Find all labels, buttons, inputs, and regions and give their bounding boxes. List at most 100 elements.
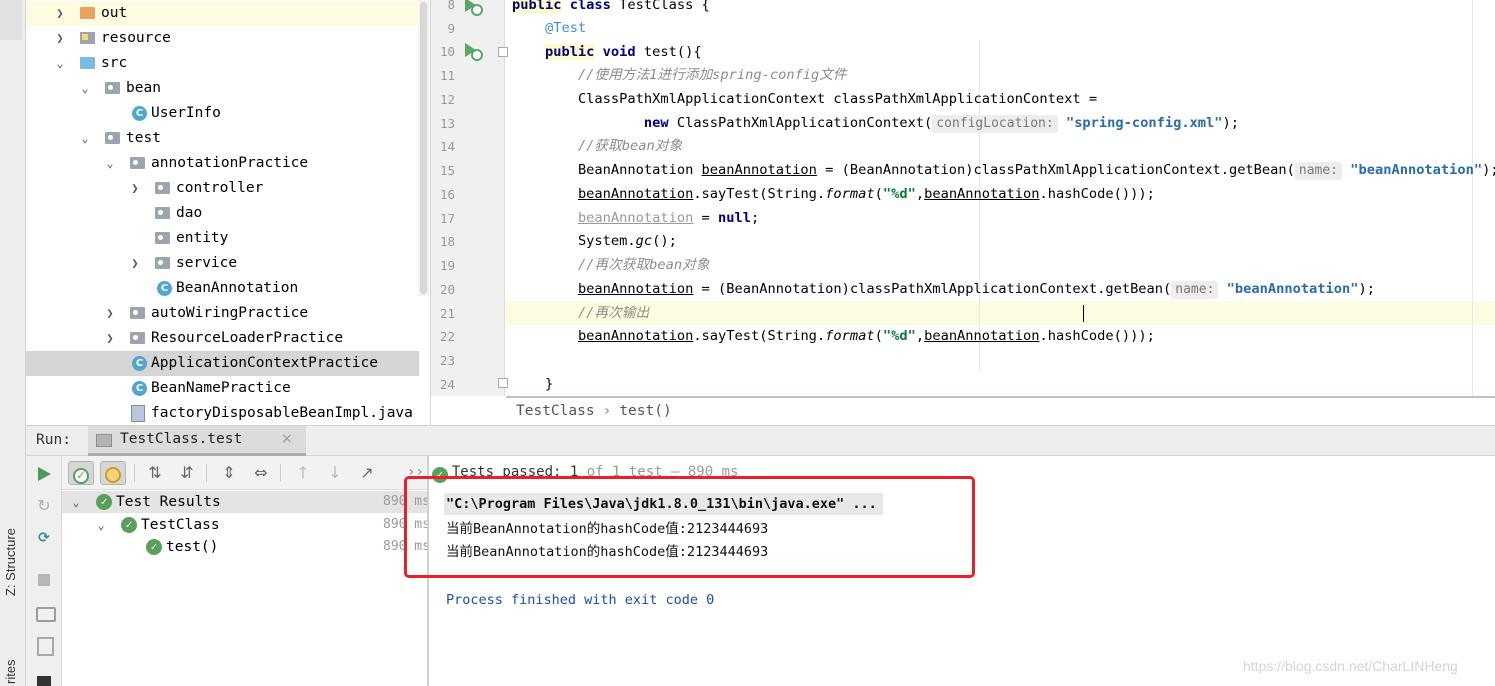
chevron-down-icon[interactable]: ⌄ xyxy=(78,126,92,151)
camera-icon[interactable] xyxy=(34,602,56,622)
tree-item-label: ApplicationContextPractice xyxy=(151,355,378,371)
tree-item-autowiringpractice[interactable]: ❯ autoWiringPractice xyxy=(26,301,419,326)
sort-by-duration-icon[interactable]: ⇵ xyxy=(174,461,200,485)
code-editor[interactable]: 8 9 10 11 12 13 14 15 16 17 18 19 20 21 … xyxy=(431,0,1495,425)
run-label: Run: xyxy=(36,432,71,448)
layout-icon[interactable] xyxy=(34,670,54,686)
stop-icon[interactable] xyxy=(34,570,54,590)
line-number: 23 xyxy=(439,353,455,368)
tree-item-bean[interactable]: ⌄ bean xyxy=(26,76,419,101)
tree-item-dao[interactable]: dao xyxy=(26,201,419,226)
previous-test-icon[interactable]: ↑ xyxy=(290,461,316,485)
tree-item-controller[interactable]: ❯ controller xyxy=(26,176,419,201)
package-icon xyxy=(155,182,170,194)
tree-item-label: UserInfo xyxy=(151,105,221,121)
chevron-right-icon[interactable]: ❯ xyxy=(103,326,117,351)
watermark: https://blog.csdn.net/CharLINHeng xyxy=(1243,658,1458,674)
passed-icon: ✓ xyxy=(146,539,162,555)
run-left-toolbar: ↻ ⟳ xyxy=(26,456,62,686)
parameter-hint: name: xyxy=(1171,281,1219,299)
test-row-label: Test Results xyxy=(116,494,221,510)
tree-item-applicationcontextpractice[interactable]: C ApplicationContextPractice xyxy=(26,351,419,376)
show-ignored-toggle[interactable] xyxy=(100,461,126,485)
line-number: 15 xyxy=(439,163,455,178)
source-folder-icon xyxy=(80,57,95,69)
tree-item-label: test xyxy=(126,130,161,146)
run-tab-testclass[interactable]: TestClass.test × xyxy=(88,426,306,456)
tree-item-resource[interactable]: ❯ resource xyxy=(26,26,419,51)
close-icon[interactable]: × xyxy=(281,431,293,447)
tree-item-beannamepractice[interactable]: C BeanNamePractice xyxy=(26,376,419,401)
tree-item-label: BeanAnnotation xyxy=(176,280,299,296)
rerun-failed-icon[interactable]: ↻ xyxy=(34,496,54,516)
test-row-test-method[interactable]: ✓ test() 890 ms xyxy=(62,536,430,558)
tree-item-beanannotation[interactable]: C BeanAnnotation xyxy=(26,276,419,301)
run-test-method-icon[interactable] xyxy=(463,43,483,61)
console-exit-line: Process finished with exit code 0 xyxy=(446,592,715,608)
test-row-results[interactable]: ⌄ ✓ Test Results 890 ms xyxy=(62,491,430,513)
expand-all-icon[interactable]: ⇕ xyxy=(216,461,242,485)
test-row-testclass[interactable]: ⌄ ✓ TestClass 890 ms xyxy=(62,514,430,536)
tree-item-test[interactable]: ⌄ test xyxy=(26,126,419,151)
import-tests-icon[interactable] xyxy=(34,634,54,656)
class-icon: C xyxy=(157,281,172,296)
tree-item-label: BeanNamePractice xyxy=(151,380,291,396)
test-results-tree: ⌄ ✓ Test Results 890 ms ⌄ ✓ TestClass 89… xyxy=(62,490,430,686)
line-number: 13 xyxy=(439,116,455,131)
chevron-down-icon[interactable]: ⌄ xyxy=(69,491,83,513)
rerun-icon[interactable] xyxy=(34,464,54,484)
chevron-right-icon[interactable]: ❯ xyxy=(128,176,142,201)
toggle-auto-test-icon[interactable]: ⟳ xyxy=(34,528,54,548)
tree-item-label: controller xyxy=(176,180,264,196)
run-test-class-icon[interactable] xyxy=(463,0,483,16)
folder-icon xyxy=(80,7,95,19)
tree-item-label: annotationPractice xyxy=(151,155,309,171)
code-line-16: beanAnnotation.sayTest(String.format("%d… xyxy=(577,186,1155,202)
tree-item-resourceloaderpractice[interactable]: ❯ ResourceLoaderPractice xyxy=(26,326,419,351)
chevron-right-icon[interactable]: ❯ xyxy=(53,26,67,51)
breadcrumb-method[interactable]: test() xyxy=(619,403,671,419)
tree-item-out[interactable]: ❯ out xyxy=(26,1,419,26)
toolbar-separator xyxy=(134,464,135,482)
code-line-22: beanAnnotation.sayTest(String.format("%d… xyxy=(577,328,1155,344)
tree-item-label: dao xyxy=(176,205,203,221)
collapse-all-icon[interactable]: ⇔ xyxy=(248,461,274,485)
chevron-right-icon[interactable]: ❯ xyxy=(53,1,67,26)
package-icon xyxy=(130,307,145,319)
line-number: 16 xyxy=(439,187,455,202)
chevron-right-icon[interactable]: ❯ xyxy=(128,251,142,276)
editor-gutter[interactable]: 8 9 10 11 12 13 14 15 16 17 18 19 20 21 … xyxy=(431,0,508,396)
tree-item-src[interactable]: ⌄ src xyxy=(26,51,419,76)
sort-alphabetically-icon[interactable]: ⇅ xyxy=(142,461,168,485)
code-line-24: } xyxy=(544,376,554,392)
line-number: 24 xyxy=(439,377,455,392)
next-test-icon[interactable]: ↓ xyxy=(322,461,348,485)
chevron-down-icon[interactable]: ⌄ xyxy=(94,514,108,536)
line-number: 14 xyxy=(439,139,455,154)
tree-item-userinfo[interactable]: C UserInfo xyxy=(26,101,419,126)
favorites-tool-tab[interactable]: rites xyxy=(3,659,18,684)
toolbar-separator xyxy=(206,464,207,482)
tree-item-entity[interactable]: entity xyxy=(26,226,419,251)
structure-tool-tab[interactable]: Z: Structure xyxy=(3,528,18,596)
tree-item-factorydisposablebeanimpl[interactable]: factoryDisposableBeanImpl.java xyxy=(26,401,419,425)
tree-item-label: resource xyxy=(101,30,171,46)
code-line-14: //获取bean对象 xyxy=(577,138,683,154)
code-area[interactable]: public class TestClass { @Test public vo… xyxy=(506,0,1495,396)
project-tree-scrollbar[interactable] xyxy=(418,0,430,296)
chevron-right-icon[interactable]: ❯ xyxy=(103,301,117,326)
line-number: 8 xyxy=(447,0,455,12)
editor-breadcrumb: TestClass › test() xyxy=(506,396,1495,425)
code-line-19: //再次获取bean对象 xyxy=(577,257,710,273)
chevron-down-icon[interactable]: ⌄ xyxy=(103,151,117,176)
line-number: 21 xyxy=(439,306,455,321)
tree-item-annotationpractice[interactable]: ⌄ annotationPractice xyxy=(26,151,419,176)
test-row-label: TestClass xyxy=(141,517,220,533)
chevron-down-icon[interactable]: ⌄ xyxy=(78,76,92,101)
tree-item-service[interactable]: ❯ service xyxy=(26,251,419,276)
show-passed-toggle[interactable]: ✓ xyxy=(68,461,94,485)
breadcrumb-class[interactable]: TestClass xyxy=(516,403,595,419)
export-results-icon[interactable]: ↗ xyxy=(354,461,380,485)
chevron-down-icon[interactable]: ⌄ xyxy=(53,51,67,76)
package-icon xyxy=(155,257,170,269)
